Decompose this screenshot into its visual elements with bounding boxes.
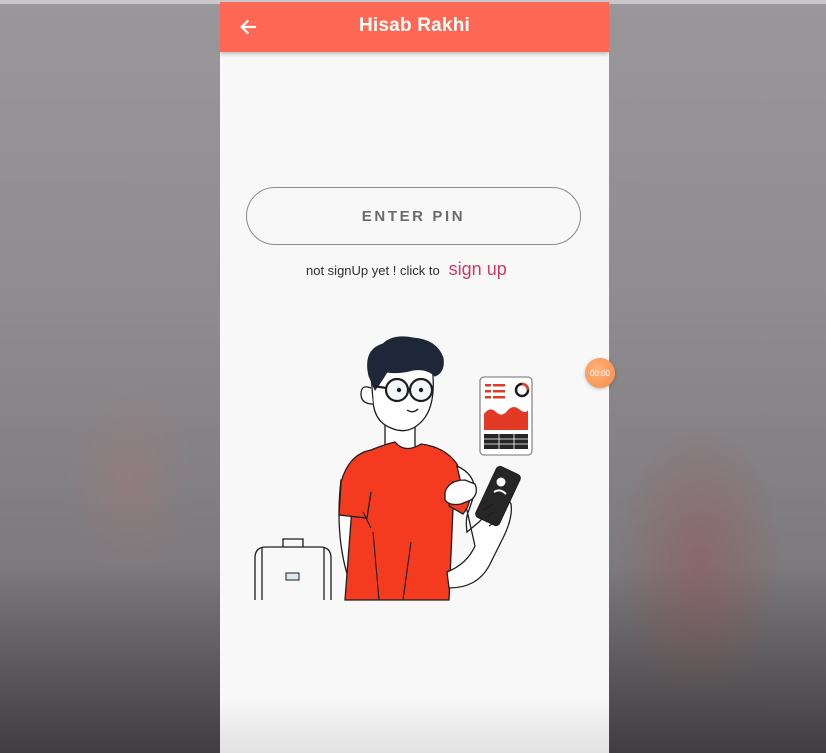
app-screen: Hisab Rakhi ENTER PIN not signUp yet ! c… (220, 2, 609, 753)
signup-prompt: not signUp yet ! click to sign up (306, 259, 507, 281)
sign-up-link[interactable]: sign up (449, 259, 507, 280)
signup-hint-text: not signUp yet ! click to (306, 263, 440, 278)
man-with-phone-illustration (254, 336, 533, 601)
bottom-fade (220, 698, 609, 753)
report-card-illustration (479, 376, 533, 456)
smartphone-illustration (475, 465, 521, 527)
app-title: Hisab Rakhi (359, 15, 470, 36)
screen-recorder-timer[interactable]: 00:00 (585, 358, 615, 388)
enter-pin-button[interactable]: ENTER PIN (246, 187, 581, 245)
app-bar: Hisab Rakhi (220, 2, 609, 52)
briefcase-illustration (254, 538, 332, 600)
